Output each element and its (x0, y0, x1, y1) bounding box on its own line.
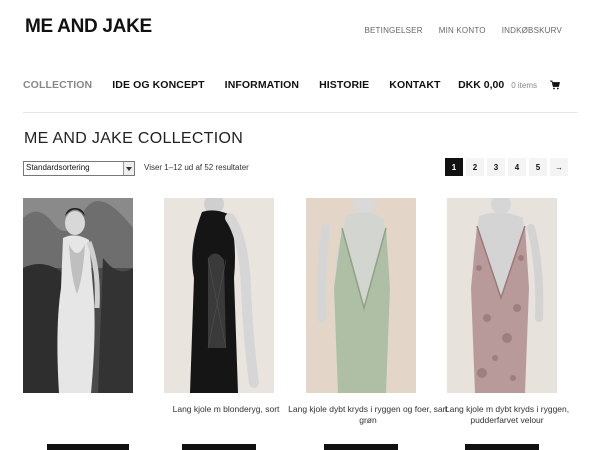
product-name[interactable]: Lang kjole m blonderyg, sort (146, 404, 306, 415)
nav-item-ide-og-koncept[interactable]: IDE OG KONCEPT (112, 79, 204, 91)
cart-item-count: 0 items (511, 80, 537, 90)
page-1[interactable]: 1 (445, 158, 463, 176)
chevron-down-icon[interactable] (123, 162, 134, 175)
top-links: BETINGELSER MIN KONTO INDKØBSKURV (364, 26, 562, 35)
add-to-cart-button[interactable] (324, 444, 398, 450)
sort-select[interactable]: Standardsortering (23, 161, 135, 176)
top-link-min-konto[interactable]: MIN KONTO (439, 26, 486, 35)
cart-total: DKK 0,00 (458, 79, 505, 91)
product-name[interactable]: Lang kjole dybt kryds i ryggen og foer, … (288, 404, 448, 426)
top-link-indkobskurv[interactable]: INDKØBSKURV (502, 26, 562, 35)
page-2[interactable]: 2 (466, 158, 484, 176)
pagination: 1 2 3 4 5 → (445, 158, 568, 176)
next-page-arrow-icon[interactable]: → (550, 158, 568, 176)
nav-item-collection[interactable]: COLLECTION (23, 79, 92, 91)
cart-icon[interactable] (550, 80, 560, 90)
top-link-betingelser[interactable]: BETINGELSER (364, 26, 422, 35)
product-card[interactable]: Lang kjole m dybt kryds i ryggen, pudder… (445, 198, 569, 450)
nav-item-information[interactable]: INFORMATION (225, 79, 299, 91)
main-nav: COLLECTION IDE OG KONCEPT INFORMATION HI… (23, 79, 441, 91)
page-3[interactable]: 3 (487, 158, 505, 176)
page-title: ME AND JAKE COLLECTION (24, 130, 244, 147)
add-to-cart-button[interactable] (465, 444, 539, 450)
site-logo[interactable]: ME AND JAKE (25, 16, 152, 38)
add-to-cart-button[interactable] (182, 444, 256, 450)
nav-item-kontakt[interactable]: KONTAKT (389, 79, 440, 91)
nav-item-historie[interactable]: HISTORIE (319, 79, 369, 91)
product-image[interactable] (23, 198, 133, 393)
mini-cart[interactable]: DKK 0,00 0 items (458, 79, 560, 91)
page-4[interactable]: 4 (508, 158, 526, 176)
product-card[interactable]: Lang kjole dybt kryds i ryggen og foer, … (288, 198, 448, 450)
product-image[interactable] (447, 198, 557, 393)
page-5[interactable]: 5 (529, 158, 547, 176)
product-image[interactable] (306, 198, 416, 393)
add-to-cart-button[interactable] (47, 444, 129, 450)
product-image[interactable] (164, 198, 274, 393)
product-card[interactable] (23, 198, 143, 393)
product-name[interactable]: Lang kjole m dybt kryds i ryggen, pudder… (427, 404, 587, 426)
header-divider (23, 112, 578, 113)
product-card[interactable]: Lang kjole m blonderyg, sort (164, 198, 284, 450)
sort-select-value: Standardsortering (26, 163, 90, 172)
result-count: Viser 1–12 ud af 52 resultater (144, 163, 249, 172)
